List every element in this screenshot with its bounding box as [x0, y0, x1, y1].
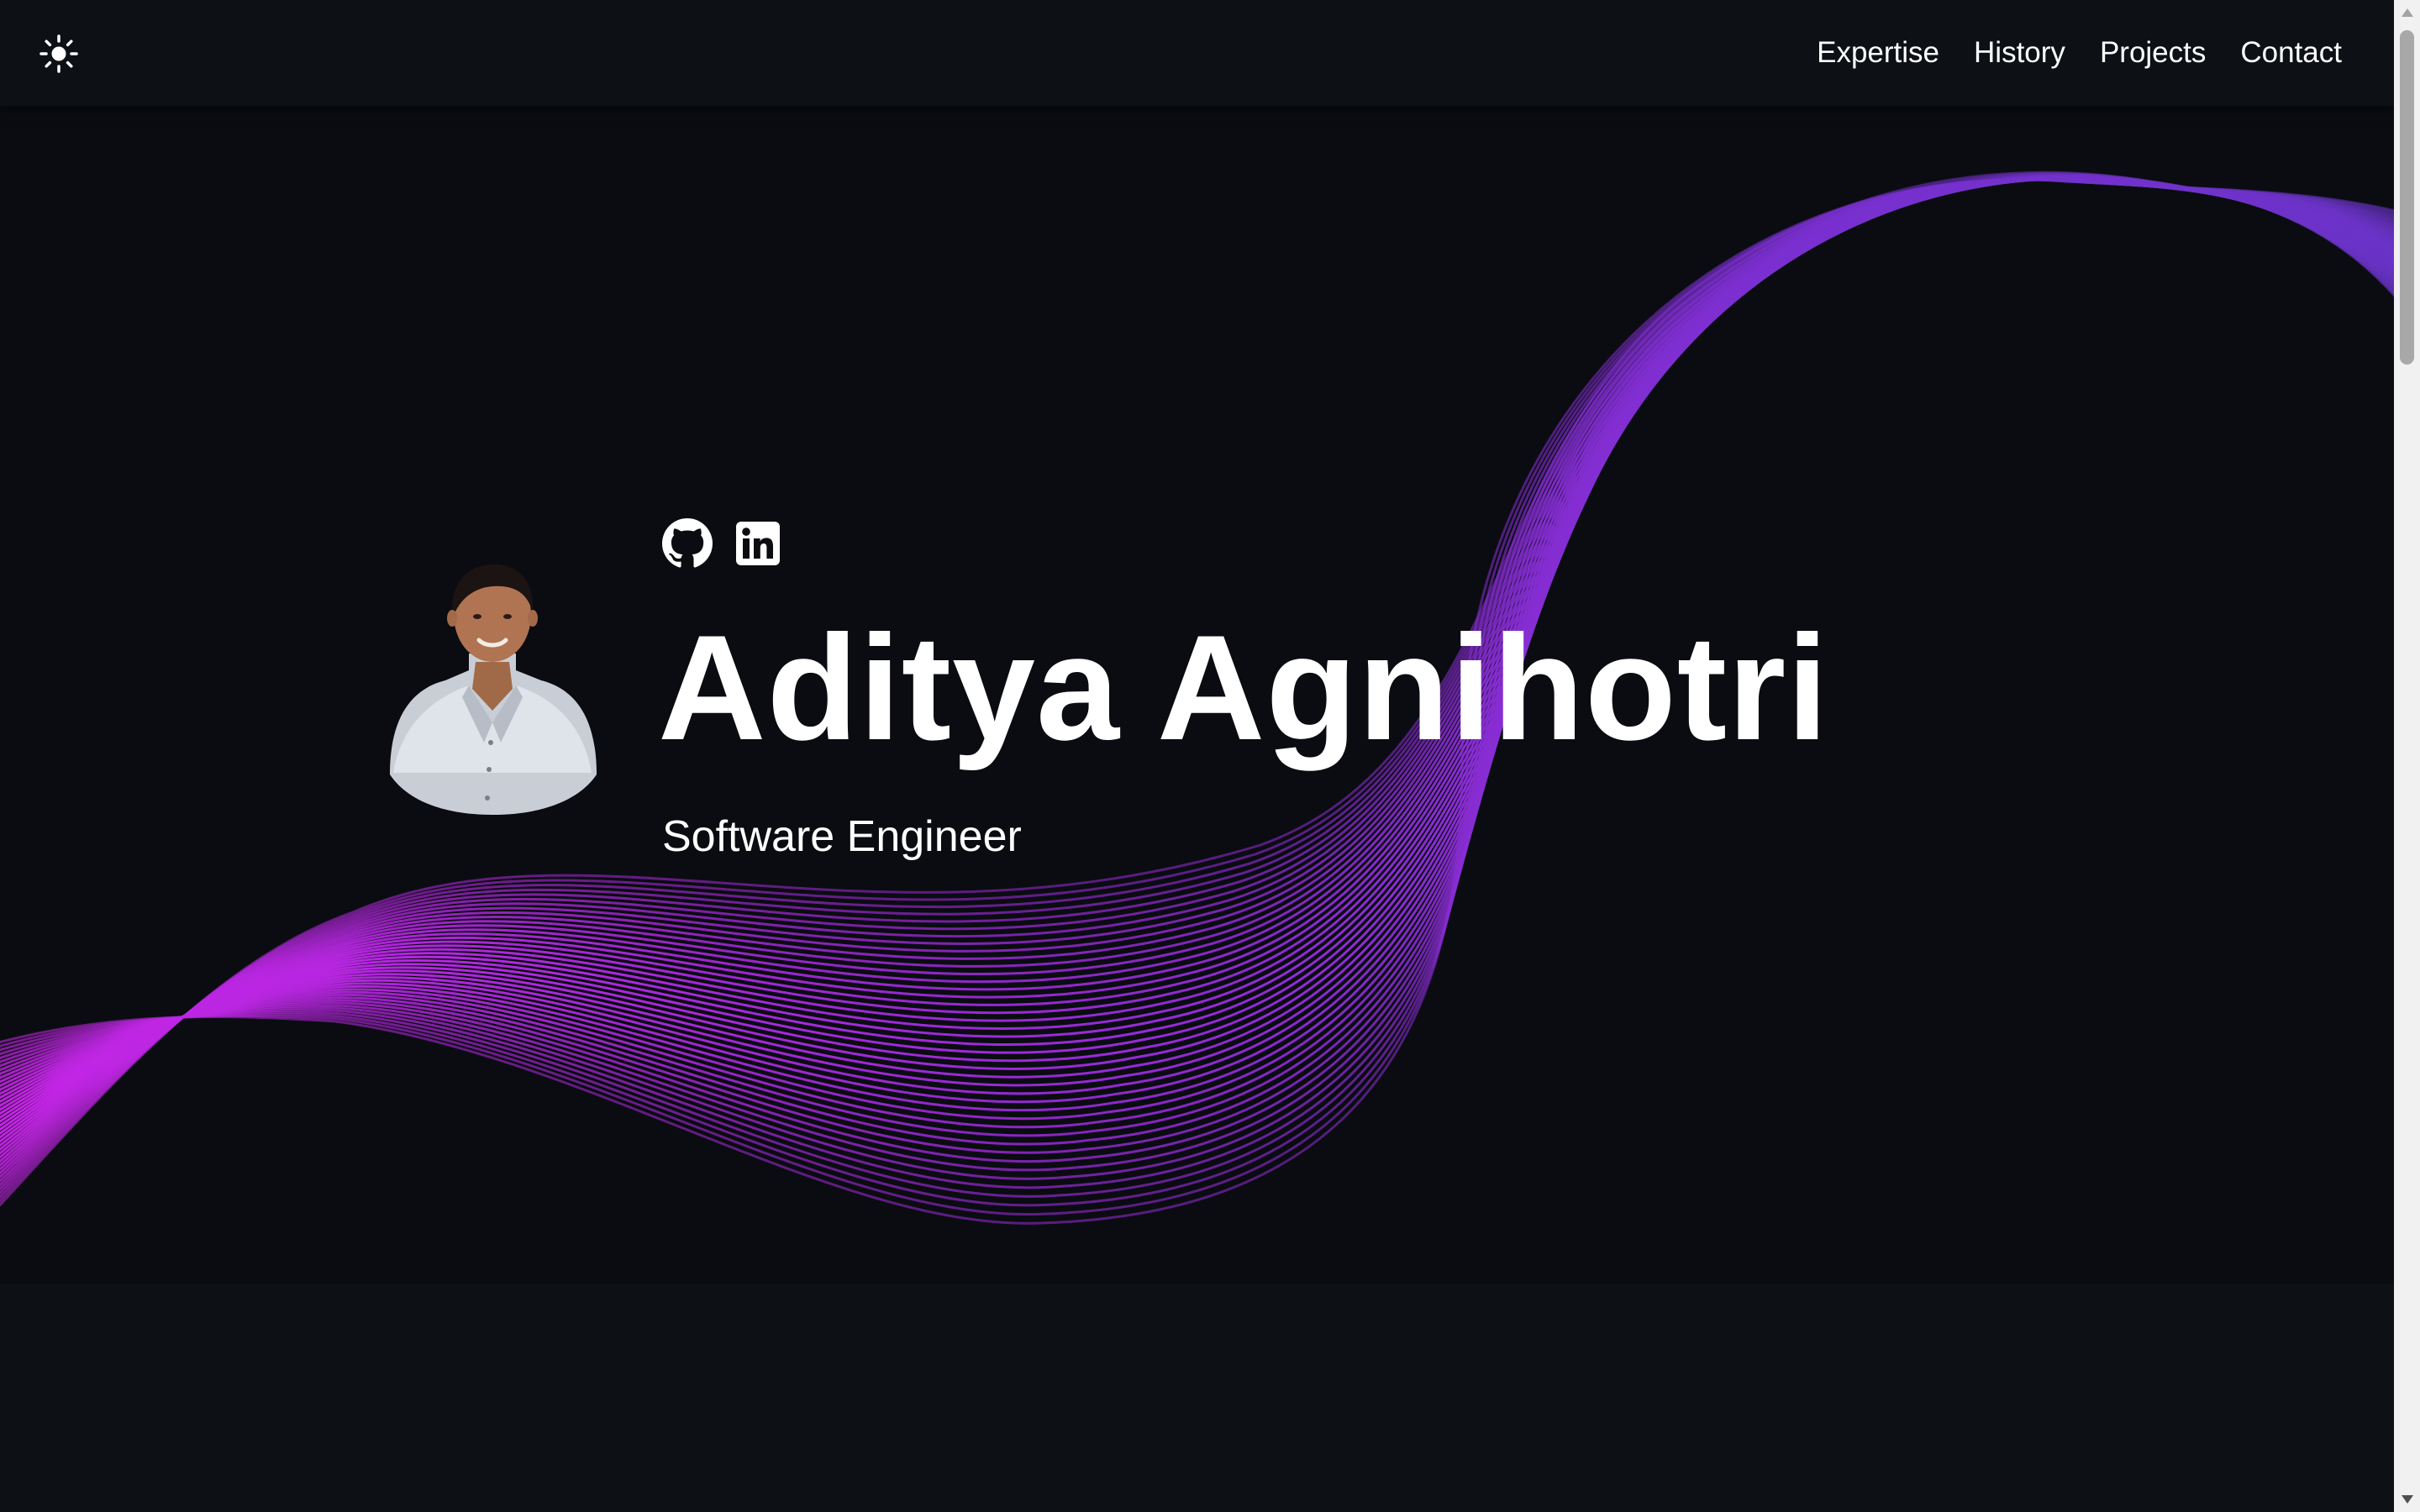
sun-icon	[39, 34, 78, 73]
social-links	[661, 517, 784, 570]
linkedin-link[interactable]	[732, 517, 784, 570]
linkedin-icon	[736, 522, 780, 565]
nav-link-projects[interactable]: Projects	[2100, 36, 2206, 70]
hero-name: Aditya Agnihotri	[658, 604, 1829, 771]
hero-section: Aditya Agnihotri Software Engineer	[0, 106, 2394, 1284]
profile-avatar	[390, 564, 597, 815]
next-section	[0, 1284, 2394, 1512]
theme-toggle-button[interactable]	[37, 32, 81, 76]
scroll-down-arrow[interactable]	[2394, 1487, 2420, 1512]
nav-links: Expertise History Projects Contact	[1817, 0, 2342, 106]
triangle-down-icon	[2401, 1495, 2413, 1504]
github-link[interactable]	[661, 517, 713, 570]
page-scrollbar[interactable]	[2394, 0, 2420, 1512]
github-icon	[662, 518, 713, 568]
nav-link-history[interactable]: History	[1974, 36, 2065, 70]
nav-link-contact[interactable]: Contact	[2240, 36, 2342, 70]
nav-link-expertise[interactable]: Expertise	[1817, 36, 1939, 70]
hero-role: Software Engineer	[662, 812, 1022, 861]
triangle-up-icon	[2401, 8, 2413, 17]
top-navbar: Expertise History Projects Contact	[0, 0, 2394, 106]
scroll-up-arrow[interactable]	[2394, 0, 2420, 25]
scrollbar-thumb[interactable]	[2400, 30, 2414, 365]
